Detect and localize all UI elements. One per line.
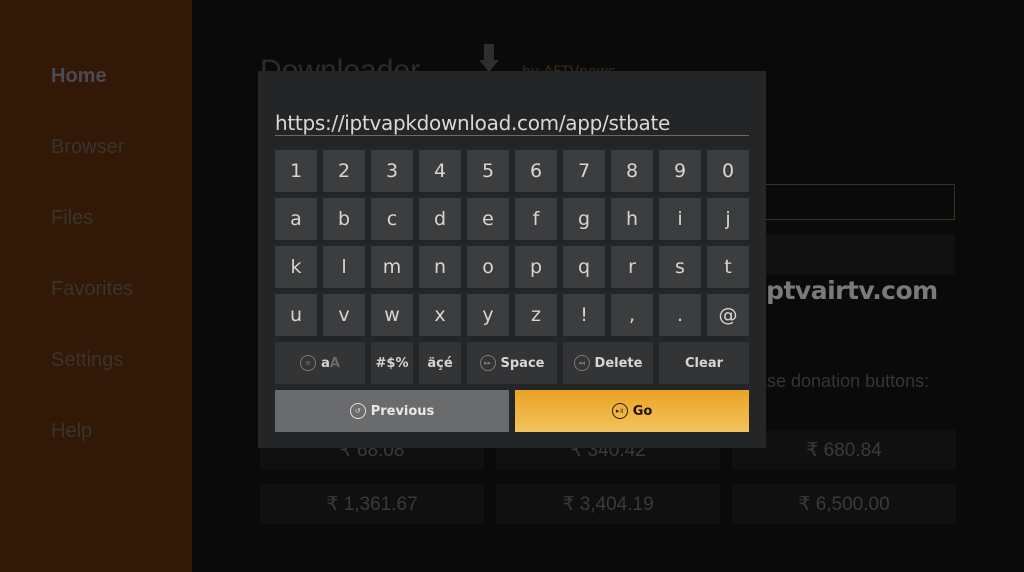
key[interactable]: p <box>515 246 557 288</box>
key[interactable]: 4 <box>419 150 461 192</box>
key[interactable]: d <box>419 198 461 240</box>
key-row: 1234567890 <box>275 150 749 192</box>
donate-button[interactable]: ₹ 1,361.67 <box>260 484 484 524</box>
background-go-button[interactable] <box>757 234 955 274</box>
key[interactable]: a <box>275 198 317 240</box>
delete-key[interactable]: ◂◂ Delete <box>563 342 653 384</box>
key[interactable]: c <box>371 198 413 240</box>
key[interactable]: 2 <box>323 150 365 192</box>
key[interactable]: r <box>611 246 653 288</box>
key[interactable]: s <box>659 246 701 288</box>
sidebar-item-favorites[interactable]: Favorites <box>51 278 133 301</box>
key-row: abcdefghij <box>275 198 749 240</box>
space-key[interactable]: ▸▸ Space <box>467 342 557 384</box>
key[interactable]: 3 <box>371 150 413 192</box>
key[interactable]: , <box>611 294 653 336</box>
key[interactable]: h <box>611 198 653 240</box>
watermark: iptvairtv.com <box>758 276 938 305</box>
sidebar-item-help[interactable]: Help <box>51 420 92 443</box>
clear-key[interactable]: Clear <box>659 342 749 384</box>
delete-label: Delete <box>594 355 643 371</box>
donation-text-line1: ase donation buttons: <box>757 371 930 391</box>
key[interactable]: g <box>563 198 605 240</box>
case-upper-label: A <box>329 355 340 371</box>
key[interactable]: z <box>515 294 557 336</box>
sidebar: Home Browser Files Favorites Settings He… <box>0 0 192 572</box>
key[interactable]: j <box>707 198 749 240</box>
key[interactable]: f <box>515 198 557 240</box>
play-pause-icon: ▸॥ <box>611 403 628 419</box>
key[interactable]: b <box>323 198 365 240</box>
key[interactable]: u <box>275 294 317 336</box>
go-button[interactable]: ▸॥ Go <box>515 390 749 432</box>
key[interactable]: 0 <box>707 150 749 192</box>
key[interactable]: y <box>467 294 509 336</box>
key[interactable]: k <box>275 246 317 288</box>
donation-text: ase donation buttons: ) <box>757 370 929 414</box>
rewind-icon: ◂◂ <box>573 355 590 371</box>
url-input[interactable]: https://iptvapkdownload.com/app/stbate <box>275 110 749 136</box>
case-toggle-key[interactable]: ≡ aA <box>275 342 365 384</box>
sidebar-item-files[interactable]: Files <box>51 207 93 230</box>
key[interactable]: n <box>419 246 461 288</box>
key[interactable]: m <box>371 246 413 288</box>
accents-key[interactable]: äçé <box>419 342 461 384</box>
key-row: klmnopqrst <box>275 246 749 288</box>
donate-button[interactable]: ₹ 6,500.00 <box>732 484 956 524</box>
function-keys-row: ≡ aA #$% äçé ▸▸ Space ◂◂ Delete Clear <box>275 342 749 384</box>
action-buttons-row: ↺ Previous ▸॥ Go <box>275 390 749 432</box>
space-label: Space <box>500 355 545 371</box>
sidebar-item-home[interactable]: Home <box>51 65 107 88</box>
download-arrow-icon <box>479 44 499 74</box>
key[interactable]: l <box>323 246 365 288</box>
key[interactable]: ! <box>563 294 605 336</box>
donation-text-line2: ) <box>757 392 929 414</box>
key[interactable]: 5 <box>467 150 509 192</box>
previous-button[interactable]: ↺ Previous <box>275 390 509 432</box>
case-lower-label: a <box>321 355 330 371</box>
key[interactable]: t <box>707 246 749 288</box>
previous-label: Previous <box>370 403 435 419</box>
key[interactable]: . <box>659 294 701 336</box>
key[interactable]: o <box>467 246 509 288</box>
symbols-key[interactable]: #$% <box>371 342 413 384</box>
key-row: u v w x y z!,. @ <box>275 294 749 336</box>
key[interactable]: 7 <box>563 150 605 192</box>
sidebar-item-browser[interactable]: Browser <box>51 136 124 159</box>
key[interactable]: 9 <box>659 150 701 192</box>
fast-forward-icon: ▸▸ <box>479 355 496 371</box>
key[interactable]: v <box>323 294 365 336</box>
key[interactable]: 8 <box>611 150 653 192</box>
keyboard-keys: 1 2 3 4 5 6 7 8 9 0 a b c d e f g h i j k l m n o p q r s t u v w x y z!,. @ <box>275 150 749 342</box>
key[interactable]: q <box>563 246 605 288</box>
key[interactable]: i <box>659 198 701 240</box>
key[interactable]: e <box>467 198 509 240</box>
key[interactable]: @ <box>707 294 749 336</box>
key[interactable]: 6 <box>515 150 557 192</box>
back-icon: ↺ <box>349 403 366 419</box>
key[interactable]: x <box>419 294 461 336</box>
keyboard-dialog: https://iptvapkdownload.com/app/stbate 1… <box>258 71 766 448</box>
donate-button[interactable]: ₹ 3,404.19 <box>496 484 720 524</box>
key[interactable]: 1 <box>275 150 317 192</box>
sidebar-item-settings[interactable]: Settings <box>51 349 123 372</box>
key[interactable]: w <box>371 294 413 336</box>
background-url-input[interactable] <box>757 184 955 220</box>
menu-icon: ≡ <box>300 355 317 371</box>
go-label: Go <box>632 403 653 419</box>
